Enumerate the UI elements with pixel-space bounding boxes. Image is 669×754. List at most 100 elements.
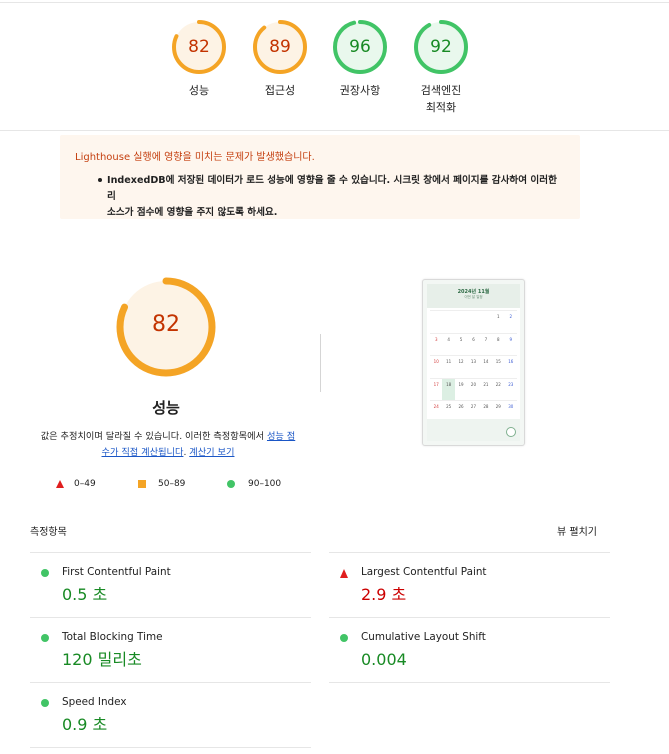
metric-name: Cumulative Layout Shift bbox=[361, 631, 486, 643]
fail-triangle-icon bbox=[56, 480, 64, 488]
calendar-grid: 1 2 3 4 5 6 7 8 9 10 11 12 13 14 15 16 17 18 19 20 21 22 23 24 2… bbox=[430, 310, 517, 423]
calendar-day: 5 bbox=[459, 336, 463, 342]
screenshot-month: 2024년 11월 bbox=[457, 289, 490, 295]
legend-pass: 90–100 bbox=[248, 479, 282, 489]
gauge-label: 성능 bbox=[188, 84, 210, 97]
calendar-week-row: 10 11 12 13 14 15 16 bbox=[430, 355, 517, 378]
calendar-day: 12 bbox=[458, 359, 464, 364]
performance-description: 값은 추정치이며 달라질 수 있습니다. 이러한 측정항목에서 성능 점 수가 직… bbox=[28, 429, 308, 461]
bullet-icon bbox=[98, 178, 102, 182]
desc-text: 값은 추정치이며 달라질 수 있습니다. 이러한 측정항목에서 bbox=[40, 431, 267, 442]
gauge-label-line1: 검색엔진 bbox=[420, 84, 462, 97]
metric-value: 2.9 초 bbox=[361, 585, 407, 604]
gauge-label: 검색엔진 최적화 bbox=[406, 82, 476, 116]
top-divider bbox=[0, 2, 669, 3]
gauge-score: 96 bbox=[349, 37, 371, 57]
performance-title: 성능 bbox=[152, 399, 180, 417]
metric-fcp: First Contentful Paint 0.5 초 bbox=[30, 553, 300, 615]
gauge-score: 82 bbox=[188, 37, 210, 57]
calendar-day: 22 bbox=[495, 381, 501, 387]
metric-value: 120 밀리초 bbox=[62, 650, 142, 669]
calendar-day: 1 bbox=[497, 314, 500, 319]
fail-triangle-icon bbox=[340, 569, 348, 578]
gauge-label-line2: 최적화 bbox=[425, 101, 457, 114]
gauge-accessibility[interactable]: 89 접근성 bbox=[245, 19, 315, 99]
metric-name: Total Blocking Time bbox=[62, 631, 163, 643]
metric-divider bbox=[329, 682, 610, 683]
calendar-day: 3 bbox=[434, 336, 438, 342]
calendar-week-row: 12 bbox=[430, 310, 517, 333]
gauge-score: 92 bbox=[430, 37, 452, 57]
gauge-score: 89 bbox=[269, 37, 291, 57]
gauge-ring: 92 bbox=[413, 19, 469, 75]
vertical-divider bbox=[320, 334, 321, 392]
calendar-day: 10 bbox=[433, 359, 439, 364]
pass-circle-icon bbox=[41, 699, 49, 707]
metric-value: 0.9 초 bbox=[62, 715, 108, 734]
calendar-day: 20 bbox=[470, 381, 477, 387]
final-screenshot[interactable]: 2024년 11월 이번 달 일정 1 2 3 4 5 6 7 8 9 10 11 12 13 14 15 1… bbox=[422, 279, 525, 446]
performance-score: 82 bbox=[152, 312, 180, 337]
warning-list: IndexedDB에 저장된 데이터가 로드 성능에 영향을 줄 수 있습니다.… bbox=[75, 173, 565, 221]
metrics-title: 측정항목 bbox=[30, 527, 67, 538]
calendar-week-row: 17 18 19 20 21 22 23 bbox=[430, 377, 517, 400]
pass-circle-icon bbox=[41, 634, 49, 642]
calendar-day: 2 bbox=[509, 314, 513, 319]
expand-view-button[interactable]: 뷰 펼치기 bbox=[557, 526, 597, 540]
calendar-day: 7 bbox=[484, 336, 488, 342]
gauge-label: 접근성 bbox=[264, 84, 296, 97]
metric-value: 0.004 bbox=[361, 650, 407, 669]
calendar-day bbox=[480, 311, 492, 333]
pass-circle-icon bbox=[41, 569, 49, 577]
warning-box: Lighthouse 실행에 영향을 미치는 문제가 발생했습니다. Index… bbox=[60, 135, 580, 219]
gauge-seo[interactable]: 92 검색엔진 최적화 bbox=[406, 19, 476, 116]
metric-cls: Cumulative Layout Shift 0.004 bbox=[329, 618, 599, 680]
calculator-link[interactable]: 계산기 보기 bbox=[189, 447, 234, 458]
warning-item-line1: IndexedDB에 저장된 데이터가 로드 성능에 영향을 줄 수 있습니다.… bbox=[107, 175, 557, 202]
calendar-day: 21 bbox=[483, 381, 489, 387]
gauge-best-practices[interactable]: 96 권장사항 bbox=[325, 19, 395, 99]
average-square-icon bbox=[138, 480, 146, 488]
metric-lcp: Largest Contentful Paint 2.9 초 bbox=[329, 553, 599, 615]
legend-fail: 0–49 bbox=[74, 479, 96, 489]
legend-average: 50–89 bbox=[158, 479, 186, 489]
pass-circle-icon bbox=[340, 634, 348, 642]
gauge-performance[interactable]: 82 성능 bbox=[164, 19, 234, 99]
calendar-day: 18 bbox=[442, 378, 455, 400]
calendar-day bbox=[442, 311, 454, 333]
metric-tbt: Total Blocking Time 120 밀리초 bbox=[30, 618, 300, 680]
section-divider bbox=[0, 130, 669, 131]
metric-divider bbox=[30, 747, 311, 748]
calendar-day: 14 bbox=[483, 359, 489, 364]
calendar-day: 16 bbox=[508, 359, 514, 364]
calendar-day bbox=[430, 311, 442, 333]
gauge-label: 권장사항 bbox=[339, 84, 381, 97]
metric-name: Speed Index bbox=[62, 696, 127, 708]
calendar-week-row: 3 4 5 6 7 8 9 bbox=[430, 332, 517, 356]
calendar-day: 8 bbox=[497, 336, 500, 342]
calendar-day: 15 bbox=[495, 359, 501, 364]
calendar-day: 17 bbox=[433, 381, 439, 387]
metric-speed-index: Speed Index 0.9 초 bbox=[30, 683, 300, 745]
calendar-day bbox=[467, 311, 479, 333]
pass-circle-icon bbox=[227, 480, 235, 488]
warning-item-line2: 소스가 점수에 영향을 주지 않도록 하세요. bbox=[107, 207, 278, 218]
gauge-ring: 89 bbox=[252, 19, 308, 75]
metric-name: First Contentful Paint bbox=[62, 566, 171, 578]
calendar-day: 19 bbox=[458, 381, 464, 387]
screenshot-image: 2024년 11월 이번 달 일정 1 2 3 4 5 6 7 8 9 10 11 12 13 14 15 1… bbox=[427, 284, 520, 441]
metric-value: 0.5 초 bbox=[62, 585, 108, 604]
metric-name: Largest Contentful Paint bbox=[361, 566, 487, 578]
gauge-ring: 96 bbox=[332, 19, 388, 75]
calendar-day: 23 bbox=[508, 381, 514, 387]
calendar-day: 13 bbox=[470, 359, 477, 364]
calendar-day: 11 bbox=[446, 359, 452, 364]
calendar-day bbox=[455, 311, 467, 333]
gauge-ring: 82 bbox=[171, 19, 227, 75]
screenshot-subtitle: 이번 달 일정 bbox=[464, 295, 483, 299]
screenshot-footer bbox=[427, 419, 520, 441]
warning-title: Lighthouse 실행에 영향을 미치는 문제가 발생했습니다. bbox=[75, 152, 315, 163]
add-button-icon bbox=[506, 427, 516, 437]
calendar-day: 4 bbox=[447, 336, 450, 342]
calendar-day: 9 bbox=[509, 336, 513, 342]
